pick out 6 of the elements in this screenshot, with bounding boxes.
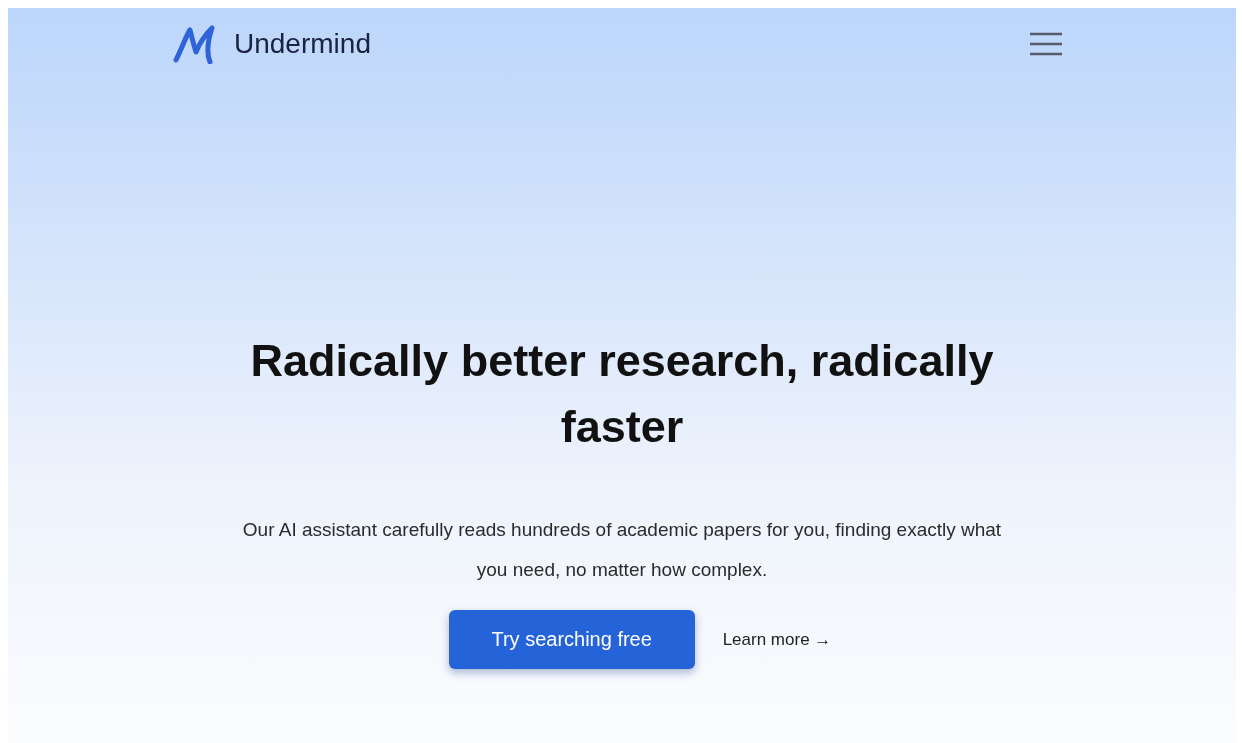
learn-more-link[interactable]: Learn more → bbox=[722, 629, 832, 650]
brand-name: Undermind bbox=[234, 28, 371, 60]
description: Our AI assistant carefully reads hundreds of academic papers for you, finding exactly what you need, no matter how complex. bbox=[242, 518, 1002, 582]
try-searching-button[interactable]: Try searching free bbox=[448, 610, 695, 669]
menu-icon[interactable] bbox=[1028, 30, 1064, 58]
headline: Radically better research, radically faster bbox=[249, 334, 995, 454]
